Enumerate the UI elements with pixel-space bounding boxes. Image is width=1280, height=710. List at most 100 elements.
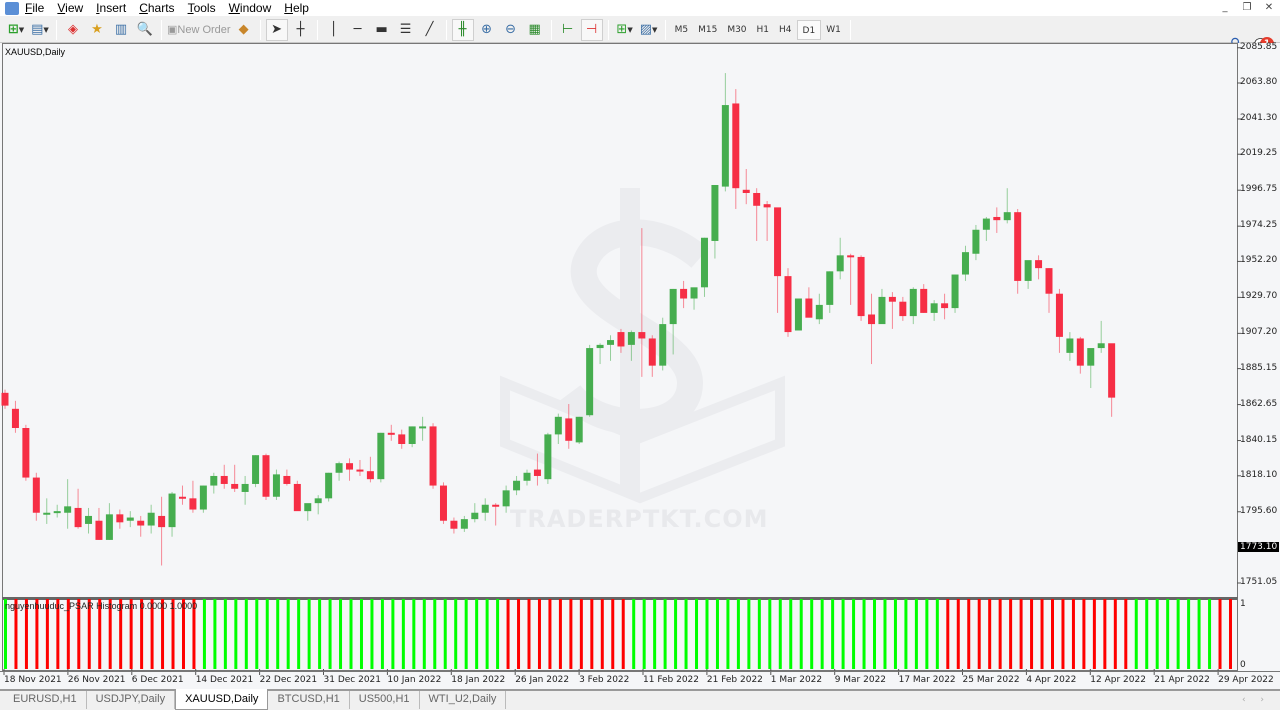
menu-view[interactable]: View xyxy=(57,1,83,15)
tab-btcusd-h1[interactable]: BTCUSD,H1 xyxy=(268,691,350,709)
candle-bear xyxy=(1076,338,1084,366)
price-tick-label: 1952.20 xyxy=(1240,255,1278,266)
zoom-in-button[interactable]: ⊕ xyxy=(476,19,498,41)
minimize-button[interactable]: _ xyxy=(1214,0,1236,16)
candle-bear xyxy=(774,207,782,277)
histogram-bar-bear xyxy=(569,599,573,669)
tile-windows-button[interactable]: ▦ xyxy=(524,19,546,41)
candle-bear xyxy=(920,288,928,313)
candle-bear xyxy=(1035,260,1043,269)
separator xyxy=(56,19,57,40)
time-tick-label: 12 Apr 2022 xyxy=(1090,675,1146,685)
timeframe-m30[interactable]: M30 xyxy=(722,20,751,40)
trendline-tool[interactable]: ╱ xyxy=(419,19,441,41)
menu-window[interactable]: Window xyxy=(229,1,272,15)
timeframe-m15[interactable]: M15 xyxy=(693,20,722,40)
menu-charts[interactable]: Charts xyxy=(139,1,174,15)
candle-bull xyxy=(272,474,280,497)
chart-window[interactable]: TRADERPTKT.COM XAUUSD,Daily nguyenhuuduc… xyxy=(0,41,1280,689)
candle-bull xyxy=(982,218,990,230)
histogram-bar-bear xyxy=(1071,599,1075,669)
histogram-bar-bear xyxy=(1103,599,1107,669)
crosshair-tool[interactable]: ┼ xyxy=(290,19,312,41)
candle-bear xyxy=(74,507,82,528)
histogram-bar-bear xyxy=(1009,599,1013,669)
histogram-bar-bull xyxy=(255,599,259,669)
histogram-bar-bull xyxy=(464,599,468,669)
vertical-line-tool[interactable]: │ xyxy=(323,19,345,41)
tab-scroll-arrows[interactable]: ‹ › xyxy=(1242,695,1270,705)
vertical-line-icon: │ xyxy=(329,22,338,37)
terminal-button[interactable]: ▥ xyxy=(110,19,132,41)
histogram-bar-bull xyxy=(705,599,709,669)
histogram-bar-bear xyxy=(1019,599,1023,669)
new-chart-button[interactable]: ⊞ ▾ xyxy=(5,19,27,41)
histogram-bar-bull xyxy=(736,599,740,669)
restore-button[interactable]: ❐ xyxy=(1236,0,1258,16)
chart-shift-button[interactable]: ⊣ xyxy=(580,18,603,41)
fibonacci-tool[interactable]: ☰ xyxy=(395,19,417,41)
histogram-bar-bull xyxy=(873,599,877,669)
timeframe-w1[interactable]: W1 xyxy=(821,20,846,40)
histogram-bar-bull xyxy=(935,599,939,669)
histogram-bar-bull xyxy=(810,599,814,669)
candle-bull xyxy=(199,485,207,510)
candlestick-chart-button[interactable]: ╫ xyxy=(451,18,474,41)
price-tick-label: 2019.25 xyxy=(1240,148,1278,159)
timeframe-d1[interactable]: D1 xyxy=(796,19,822,40)
new-order-button[interactable]: ▣ New Order xyxy=(167,19,231,41)
navigator-button[interactable]: ★ xyxy=(86,19,108,41)
histogram-bar-bull xyxy=(401,599,405,669)
histogram-bar-bull xyxy=(789,599,793,669)
indicators-icon: ⊞ xyxy=(616,22,628,37)
auto-scroll-button[interactable]: ⊢ xyxy=(557,19,579,41)
price-tick-label: 2063.80 xyxy=(1240,77,1278,87)
indicators-button[interactable]: ⊞ ▾ xyxy=(614,19,636,41)
candle-bull xyxy=(241,483,249,492)
time-axis[interactable]: 18 Nov 2021 26 Nov 2021 6 Dec 2021 14 Dec 2… xyxy=(0,671,1280,689)
navigator-icon: ★ xyxy=(91,22,103,37)
histogram-bar-bear xyxy=(956,599,960,669)
tab-us500-h1[interactable]: US500,H1 xyxy=(350,691,420,709)
time-tick-label: 22 Dec 2021 xyxy=(259,675,318,685)
candle-bull xyxy=(690,287,698,299)
histogram-bar-bear xyxy=(1092,599,1096,669)
rectangle-tool[interactable]: ▬ xyxy=(371,19,393,41)
menu-help[interactable]: Help xyxy=(284,1,309,15)
market-watch-button[interactable]: ◈ xyxy=(62,19,84,41)
menu-insert[interactable]: Insert xyxy=(96,1,126,15)
candle-bear xyxy=(1014,212,1022,281)
tab-usdjpy-daily[interactable]: USDJPY,Daily xyxy=(87,691,176,709)
candle-bear xyxy=(158,515,166,528)
candle-bull xyxy=(64,506,72,513)
strategy-tester-button[interactable]: 🔍 xyxy=(134,19,156,41)
autotrading-button[interactable]: ◆ xyxy=(233,19,255,41)
templates-button[interactable]: ▨ ▾ xyxy=(638,19,660,41)
price-tick-label: 2085.85 xyxy=(1240,41,1278,52)
histogram-bar-bear xyxy=(1113,599,1117,669)
tab-wti-u2-daily[interactable]: WTI_U2,Daily xyxy=(420,691,507,709)
candle-bear xyxy=(1045,268,1053,294)
timeframe-h1[interactable]: H1 xyxy=(752,20,775,40)
close-button[interactable]: ✕ xyxy=(1258,0,1280,16)
menu-file[interactable]: File xyxy=(25,1,44,15)
tab-xauusd-daily[interactable]: XAUUSD,Daily xyxy=(175,689,269,710)
menu-tools[interactable]: Tools xyxy=(188,1,216,15)
candle-bear xyxy=(178,496,186,499)
zoom-out-button[interactable]: ⊖ xyxy=(500,19,522,41)
histogram-bar-bull xyxy=(831,599,835,669)
time-tick-label: 11 Feb 2022 xyxy=(643,675,700,685)
cursor-icon: ➤ xyxy=(271,22,283,37)
histogram-bar-bull xyxy=(1134,599,1138,669)
histogram-bar-bull xyxy=(747,599,751,669)
horizontal-line-tool[interactable]: ─ xyxy=(347,19,369,41)
cursor-tool[interactable]: ➤ xyxy=(265,18,288,41)
candle-bull xyxy=(252,455,260,484)
time-tick-label: 29 Apr 2022 xyxy=(1218,675,1274,685)
timeframe-h4[interactable]: H4 xyxy=(774,20,797,40)
candle-bear xyxy=(283,475,291,484)
tab-eurusd-h1[interactable]: EURUSD,H1 xyxy=(4,691,87,709)
profiles-button[interactable]: ▤ ▾ xyxy=(29,19,51,41)
timeframe-m5[interactable]: M5 xyxy=(670,20,694,40)
histogram-bar-bear xyxy=(1051,599,1054,669)
